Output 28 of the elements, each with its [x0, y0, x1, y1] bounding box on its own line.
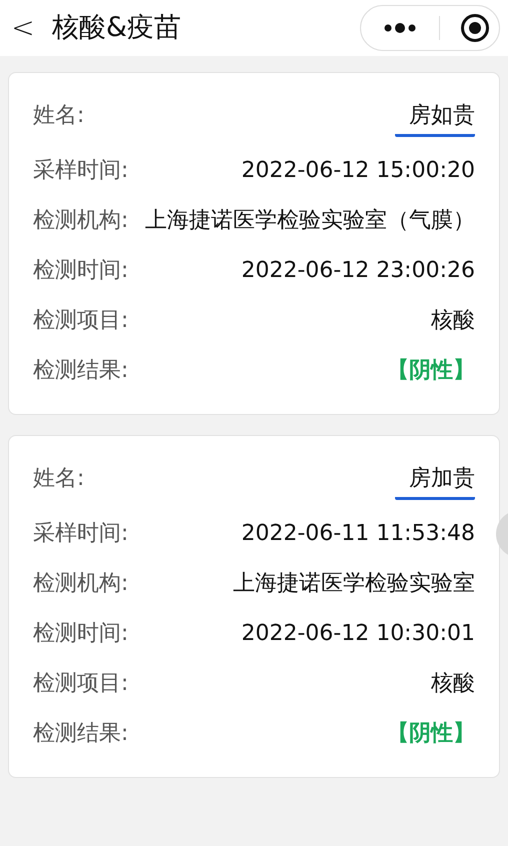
field-value: 核酸 — [431, 307, 475, 335]
field-value: 核酸 — [431, 670, 475, 698]
field-label: 检测时间: — [33, 257, 128, 285]
field-label: 检测结果: — [33, 357, 128, 385]
back-button[interactable]: < — [8, 7, 38, 49]
field-value: 上海捷诺医学检验实验室 — [233, 570, 475, 598]
field-value: 2022-06-12 23:00:26 — [241, 257, 475, 285]
field-label: 采样时间: — [33, 157, 128, 185]
more-icon[interactable] — [383, 23, 417, 33]
field-value: 2022-06-11 11:53:48 — [241, 520, 475, 548]
field-label: 检测项目: — [33, 670, 128, 698]
field-value: 2022-06-12 10:30:01 — [241, 620, 475, 648]
target-icon[interactable] — [460, 13, 490, 43]
field-label: 采样时间: — [33, 520, 128, 548]
page-title: 核酸&疫苗 — [52, 10, 182, 45]
name-value: 房加贵 — [395, 463, 475, 500]
field-label: 检测机构: — [33, 570, 128, 598]
field-label: 检测时间: — [33, 620, 128, 648]
field-value: 2022-06-12 15:00:20 — [241, 157, 475, 185]
field-label: 姓名: — [33, 465, 84, 493]
field-label: 检测机构: — [33, 207, 128, 235]
result-value: 【阴性】 — [387, 720, 475, 748]
field-label: 检测结果: — [33, 720, 128, 748]
field-label: 姓名: — [33, 102, 84, 130]
result-value: 【阴性】 — [387, 357, 475, 385]
name-value: 房如贵 — [395, 100, 475, 137]
field-label: 检测项目: — [33, 307, 128, 335]
field-value: 上海捷诺医学检验实验室（气膜） — [145, 207, 475, 235]
